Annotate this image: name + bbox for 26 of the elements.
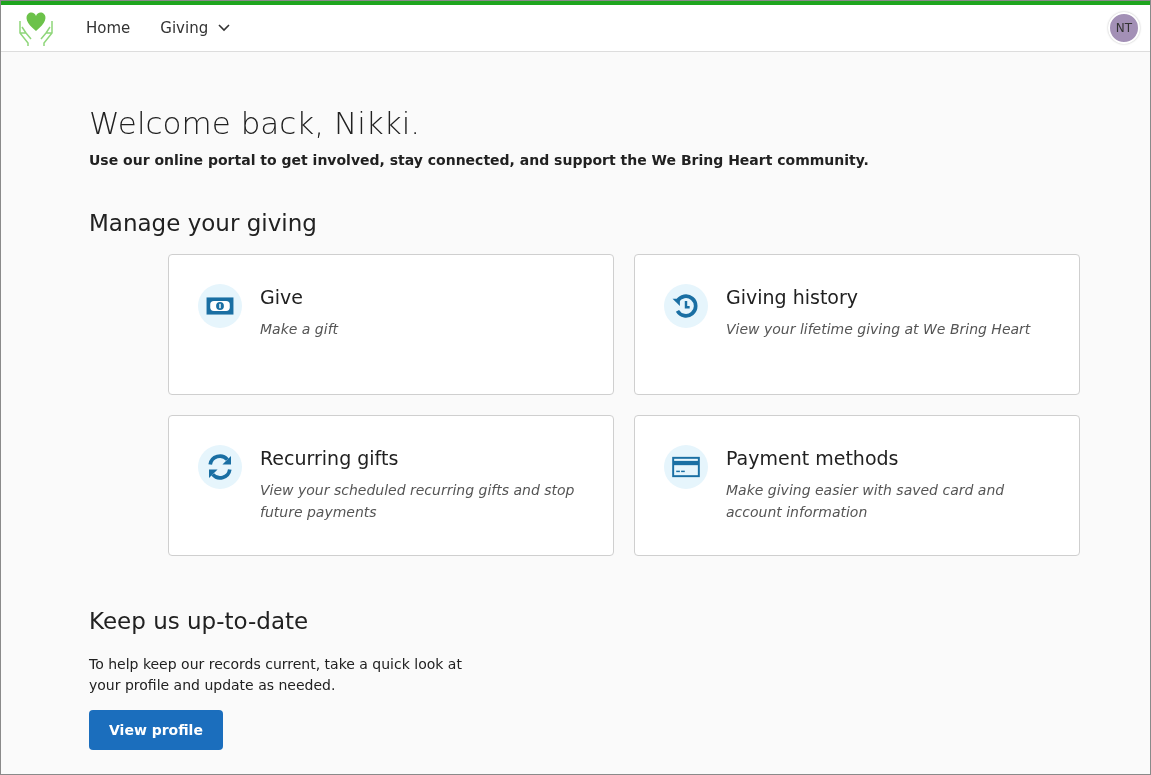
card-title: Recurring gifts [260,447,400,469]
profile-text: To help keep our records current, take a quick look at your profile and update as needed. [89,655,463,695]
intro-text: Use our online portal to get involved, stay connected, and support the We Bring Heart community. [89,152,870,168]
card-title: Give [260,286,304,308]
giving-card[interactable]: Recurring gifts View your scheduled recurring gifts and stop future payments [168,415,614,556]
section-heading: Keep us up-to-date [89,607,310,636]
card-description: View your lifetime giving at We Bring Heart [726,320,1031,339]
nav-link[interactable]: Home [86,19,131,37]
view-profile-button[interactable]: View profile [89,710,223,750]
giving-card[interactable]: Payment methods Make giving easier with saved card and account information [634,415,1080,556]
user-avatar[interactable]: NT [1108,12,1140,44]
caret-icon [218,24,231,32]
card-description: View your scheduled recurring gifts and stop future payments [260,481,576,522]
card-description: Make a gift [260,320,339,339]
giving-card[interactable]: Giving history View your lifetime giving at We Bring Heart [634,254,1080,395]
welcome-heading: Welcome back, Nikki. [89,104,422,142]
card-title: Giving history [726,286,860,308]
card-description: Make giving easier with saved card and account information [726,481,1006,522]
clock-history-icon [664,284,708,328]
nav-dropdown[interactable]: Giving [160,19,231,37]
card-title: Payment methods [726,447,900,469]
refresh-arrows-icon [198,445,242,489]
credit-card-icon [664,445,708,489]
section-heading: Manage your giving [89,209,318,238]
giving-card[interactable]: Give Make a gift [168,254,614,395]
banknote-icon [198,284,242,328]
